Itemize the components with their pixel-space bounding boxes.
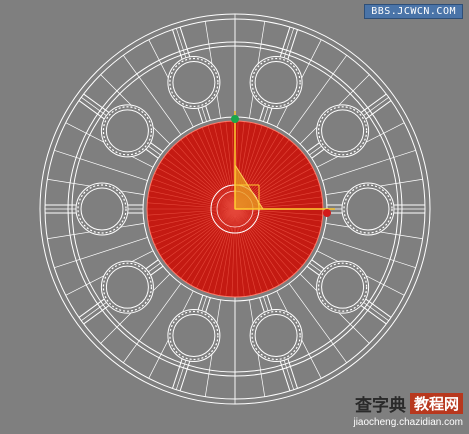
watermark-badge: 教程网 [409,393,463,414]
y-handle-icon [231,115,239,123]
top-watermark: BBS.JCWCN.COM [364,4,463,19]
hole-outer-ring [341,182,395,236]
hole-outer-ring [100,104,154,158]
hole-outer-ring [167,56,221,110]
hole-outer-ring [167,308,221,362]
viewport[interactable]: BBS.JCWCN.COM 查字典 教程网 jiaocheng.chazidia… [0,0,469,434]
wheel-wireframe[interactable] [0,0,469,434]
hole-outer-ring [75,182,129,236]
hole-outer-ring [100,260,154,314]
hole-outer-ring [316,104,370,158]
hole-outer-ring [249,56,303,110]
bottom-watermark: 查字典 教程网 jiaocheng.chazidian.com [353,391,463,428]
watermark-url: jiaocheng.chazidian.com [353,417,463,428]
hole-outer-ring [249,308,303,362]
hole-outer-ring [316,260,370,314]
x-handle-icon [323,209,331,217]
watermark-title: 查字典 [354,396,406,416]
